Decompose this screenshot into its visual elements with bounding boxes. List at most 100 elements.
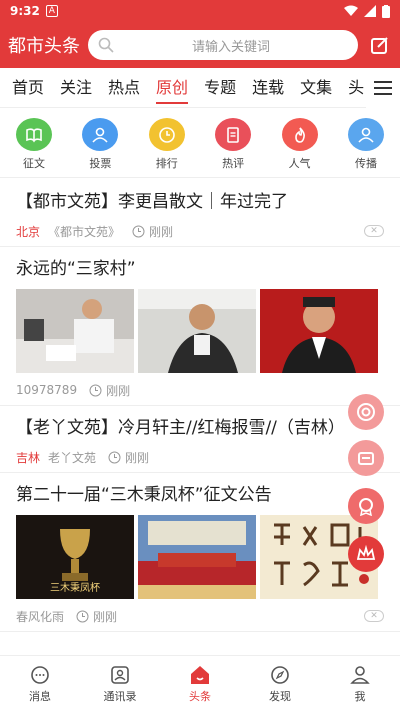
search-placeholder: 请输入关键词 [191, 39, 270, 55]
tab-item[interactable]: 专题 [196, 68, 244, 108]
quick-item-label: 热评 [222, 157, 245, 170]
notification-icon: A [45, 5, 58, 17]
message-icon [31, 665, 49, 684]
tab-item[interactable]: 首页 [4, 68, 52, 108]
nav-item-label: 发现 [269, 689, 291, 703]
article-source: 10978789 [16, 383, 78, 397]
nav-item-label: 消息 [29, 689, 51, 703]
quick-item[interactable]: 投票 [80, 118, 120, 171]
article-location: 北京 [16, 224, 41, 239]
menu-icon [374, 81, 392, 95]
nav-item[interactable]: 头条 [160, 656, 240, 711]
article-time: 刚刚 [149, 224, 174, 239]
status-time: 9:32 [10, 4, 40, 18]
clock-icon [132, 225, 145, 237]
article-thumbnails: 三木秉凤杯 [16, 515, 384, 599]
tab-item[interactable]: 文集 [292, 68, 340, 108]
wallet-icon [358, 452, 374, 465]
nav-item-label: 我 [354, 689, 366, 703]
quick-item[interactable]: 排行 [147, 118, 187, 171]
nav-item[interactable]: 消息 [0, 656, 80, 711]
fire-icon [281, 118, 318, 151]
app-title: 都市头条 [8, 36, 80, 57]
article-item[interactable]: 【都市文苑】李更昌散文｜年过完了 北京 《都市文苑》 刚刚 ✕ [0, 180, 400, 247]
compose-button[interactable] [368, 33, 392, 57]
article-item[interactable]: 永远的“三家村” 10978789 刚刚 [0, 247, 400, 406]
article-meta: 北京 《都市文苑》 刚刚 ✕ [16, 222, 384, 240]
quick-item-label: 人气 [288, 157, 311, 170]
bottom-navigation: 消息 通讯录 头条 发现 我 [0, 655, 400, 711]
clock-icon [76, 610, 89, 622]
article-meta: 10978789 刚刚 [16, 381, 384, 399]
person-icon [82, 118, 119, 151]
dismiss-icon[interactable]: ✕ [364, 610, 384, 622]
clock-icon [89, 384, 102, 396]
thumbnail-image [260, 289, 378, 373]
home-icon [191, 665, 209, 684]
thumbnail-image [138, 289, 256, 373]
document-icon [215, 118, 252, 151]
float-vip-button[interactable] [348, 536, 384, 572]
article-time: 刚刚 [125, 450, 150, 465]
dismiss-icon[interactable]: ✕ [364, 225, 384, 237]
nav-item[interactable]: 通讯录 [80, 656, 160, 711]
thumbnail-image [16, 289, 134, 373]
top-header: 都市头条 请输入关键词 [0, 22, 400, 68]
article-title: 第二十一届“三木秉凤杯”征文公告 [16, 485, 272, 505]
battery-icon [382, 4, 390, 18]
search-input[interactable]: 请输入关键词 [88, 30, 358, 60]
article-title: 永远的“三家村” [16, 259, 136, 279]
article-item[interactable]: 【老丫文苑】冷月轩主//红梅报雪//（吉林） 吉林 老丫文苑 刚刚 [0, 406, 400, 473]
app-root: { "status": { "time": "9:32", "notif_ico… [0, 0, 400, 711]
article-location: 吉林 [16, 450, 41, 465]
quick-item-label: 投票 [89, 157, 112, 170]
search-icon [98, 37, 114, 53]
tab-item[interactable]: 关注 [52, 68, 100, 108]
article-time: 刚刚 [106, 383, 131, 398]
article-item[interactable]: 第二十一届“三木秉凤杯”征文公告 三木秉凤杯 春风化雨 刚刚 ✕ [0, 473, 400, 632]
category-tabs: 首页 关注 热点 原创 专题 连载 文集头 [0, 68, 400, 108]
contacts-icon [111, 665, 129, 684]
article-source: 《都市文苑》 [48, 224, 121, 239]
quick-access-row: 征文 投票 排行 热评 人气 传播 [0, 108, 400, 178]
article-thumbnails [16, 289, 384, 373]
compass-icon [271, 665, 289, 684]
tab-item[interactable]: 热点 [100, 68, 148, 108]
signal-icon [364, 5, 376, 17]
quick-item[interactable]: 人气 [280, 118, 320, 171]
article-source: 春风化雨 [16, 609, 65, 624]
quick-item[interactable]: 征文 [14, 118, 54, 171]
tab-item[interactable]: 连载 [244, 68, 292, 108]
coin-icon [357, 403, 375, 421]
person-icon [347, 118, 384, 151]
quick-item-label: 排行 [155, 157, 178, 170]
article-title: 【老丫文苑】冷月轩主//红梅报雪//（吉林） [16, 418, 345, 438]
quick-item[interactable]: 热评 [213, 118, 253, 171]
quick-item-label: 传播 [354, 157, 377, 170]
thumbnail-caption: 三木秉凤杯 [50, 581, 100, 594]
nav-item[interactable]: 我 [320, 656, 400, 711]
tab-item[interactable]: 原创 [148, 68, 196, 108]
article-title: 【都市文苑】李更昌散文｜年过完了 [16, 192, 288, 212]
article-source: 老丫文苑 [48, 450, 97, 465]
quick-item-label: 征文 [23, 157, 45, 170]
nav-item[interactable]: 发现 [240, 656, 320, 711]
float-wallet-button[interactable] [348, 440, 384, 476]
edit-icon [371, 37, 388, 54]
article-feed: 【都市文苑】李更昌散文｜年过完了 北京 《都市文苑》 刚刚 ✕ 永远的“三家村” [0, 180, 400, 655]
article-meta: 吉林 老丫文苑 刚刚 [16, 448, 384, 466]
wifi-icon [344, 5, 358, 16]
clock-icon [148, 118, 185, 151]
status-bar: 9:32 A [0, 0, 400, 22]
float-sign-in-button[interactable] [348, 394, 384, 430]
clock-icon [108, 451, 121, 463]
nav-item-label: 头条 [189, 689, 211, 703]
quick-item[interactable]: 传播 [346, 118, 386, 171]
crown-icon [356, 544, 376, 560]
book-icon [16, 118, 52, 151]
article-meta: 春风化雨 刚刚 ✕ [16, 607, 384, 625]
thumbnail-image [138, 515, 256, 599]
float-award-button[interactable] [348, 488, 384, 524]
tab-menu-button[interactable] [366, 68, 400, 108]
medal-icon [359, 498, 373, 516]
